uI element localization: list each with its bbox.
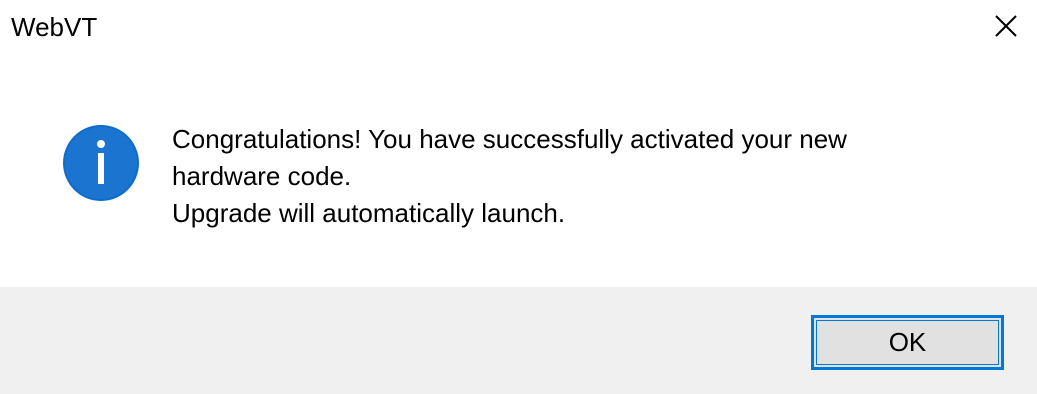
- close-icon: [995, 15, 1017, 37]
- message-line: Congratulations! You have successfully a…: [172, 124, 847, 154]
- message-line: hardware code.: [172, 161, 352, 191]
- dialog-content: Congratulations! You have successfully a…: [0, 56, 1037, 287]
- ok-button-label: OK: [888, 327, 927, 357]
- message-text: Congratulations! You have successfully a…: [172, 121, 992, 232]
- message-line: Upgrade will automatically launch.: [172, 198, 566, 228]
- info-icon: [63, 125, 139, 201]
- close-button[interactable]: [975, 0, 1037, 52]
- button-bar: OK: [0, 287, 1037, 394]
- ok-button[interactable]: OK: [811, 315, 1004, 370]
- message-dialog: WebVT Congratulations! You have successf…: [0, 0, 1037, 394]
- title-bar: WebVT: [0, 0, 1037, 56]
- window-title: WebVT: [11, 12, 98, 42]
